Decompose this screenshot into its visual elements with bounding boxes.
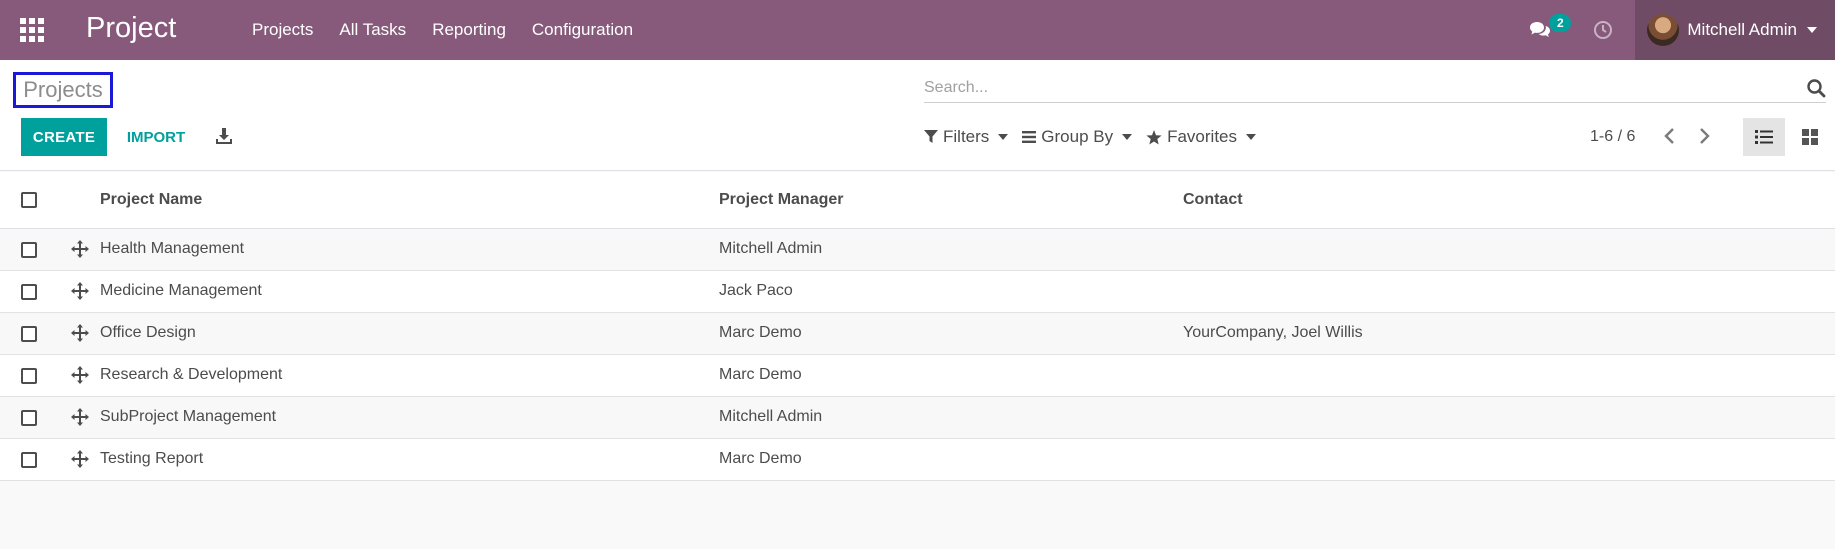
menu-item-projects[interactable]: Projects bbox=[252, 20, 313, 40]
download-icon[interactable] bbox=[214, 126, 234, 146]
cell-project-manager: Mitchell Admin bbox=[719, 240, 823, 257]
table-row[interactable]: Health Management Mitchell Admin bbox=[0, 229, 1835, 271]
apps-menu-icon[interactable] bbox=[20, 18, 44, 42]
cell-project-name: Testing Report bbox=[100, 450, 204, 467]
table-row[interactable]: Testing Report Marc Demo bbox=[0, 439, 1835, 481]
user-menu[interactable]: Mitchell Admin bbox=[1635, 0, 1835, 60]
chevron-down-icon bbox=[1122, 134, 1133, 140]
favorites-dropdown[interactable]: Favorites bbox=[1146, 127, 1257, 147]
drag-handle-icon[interactable] bbox=[71, 366, 89, 384]
table-row[interactable]: Office Design Marc Demo YourCompany, Joe… bbox=[0, 313, 1835, 355]
star-icon bbox=[1146, 129, 1162, 144]
messaging-menu[interactable]: 2 bbox=[1529, 14, 1572, 40]
column-header-project-name[interactable]: Project Name bbox=[100, 191, 202, 209]
cell-project-name: Health Management bbox=[100, 240, 245, 257]
chevron-left-icon[interactable] bbox=[1660, 126, 1680, 146]
pager-value[interactable]: 1-6 / 6 bbox=[1590, 128, 1635, 146]
user-name: Mitchell Admin bbox=[1687, 20, 1797, 39]
chevron-down-icon bbox=[998, 134, 1009, 140]
cell-project-name: Research & Development bbox=[100, 366, 283, 383]
cell-project-name: Office Design bbox=[100, 324, 196, 341]
row-checkbox[interactable] bbox=[21, 326, 37, 342]
systray: 2 Mitchell Admin bbox=[1529, 0, 1835, 60]
row-checkbox[interactable] bbox=[21, 284, 37, 300]
cell-project-manager: Mitchell Admin bbox=[719, 408, 823, 425]
chat-icon bbox=[1530, 22, 1551, 37]
row-checkbox[interactable] bbox=[21, 452, 37, 468]
table-row[interactable]: Medicine Management Jack Paco bbox=[0, 271, 1835, 313]
top-navbar: Project Projects All Tasks Reporting Con… bbox=[0, 0, 1835, 60]
filters-label: Filters bbox=[943, 127, 990, 146]
drag-handle-icon[interactable] bbox=[71, 324, 89, 342]
row-checkbox[interactable] bbox=[21, 368, 37, 384]
chevron-right-icon[interactable] bbox=[1694, 126, 1714, 146]
column-header-project-manager[interactable]: Project Manager bbox=[719, 191, 843, 209]
activity-clock-icon[interactable] bbox=[1593, 20, 1613, 40]
drag-handle-icon[interactable] bbox=[71, 450, 89, 468]
favorites-label: Favorites bbox=[1167, 127, 1238, 146]
row-checkbox[interactable] bbox=[21, 410, 37, 426]
menu-item-all-tasks[interactable]: All Tasks bbox=[339, 20, 406, 40]
filters-dropdown[interactable]: Filters bbox=[924, 127, 1009, 147]
breadcrumb: Projects bbox=[13, 72, 113, 108]
groupby-label: Group By bbox=[1041, 127, 1114, 146]
cell-project-name: Medicine Management bbox=[100, 282, 262, 299]
chat-unread-badge: 2 bbox=[1549, 14, 1572, 32]
app-name[interactable]: Project bbox=[86, 12, 176, 45]
kanban-view-button[interactable] bbox=[1790, 118, 1830, 156]
cell-project-manager: Marc Demo bbox=[719, 366, 802, 383]
cell-project-manager: Marc Demo bbox=[719, 450, 802, 467]
cell-contact: YourCompany, Joel Willis bbox=[1183, 324, 1363, 341]
search-bar bbox=[924, 74, 1826, 103]
menu-item-reporting[interactable]: Reporting bbox=[432, 20, 506, 40]
chevron-down-icon bbox=[1807, 27, 1817, 33]
list-icon bbox=[1755, 130, 1773, 144]
table-header: Project Name Project Manager Contact bbox=[0, 172, 1835, 229]
drag-handle-icon[interactable] bbox=[71, 408, 89, 426]
create-button[interactable]: CREATE bbox=[21, 118, 107, 156]
table-body: Health Management Mitchell Admin Medicin… bbox=[0, 229, 1835, 481]
column-header-contact[interactable]: Contact bbox=[1183, 191, 1243, 209]
kanban-grid-icon bbox=[1802, 129, 1818, 145]
user-avatar bbox=[1647, 14, 1680, 46]
cell-project-name: SubProject Management bbox=[100, 408, 277, 425]
main-menu: Projects All Tasks Reporting Configurati… bbox=[252, 0, 659, 60]
drag-handle-icon[interactable] bbox=[71, 282, 89, 300]
select-all-checkbox[interactable] bbox=[21, 192, 37, 208]
row-checkbox[interactable] bbox=[21, 242, 37, 258]
control-panel: Projects CREATE IMPORT Filters Group By bbox=[0, 60, 1835, 171]
import-button[interactable]: IMPORT bbox=[120, 118, 192, 156]
drag-handle-icon[interactable] bbox=[71, 240, 89, 258]
filter-icon bbox=[924, 130, 938, 143]
chevron-down-icon bbox=[1246, 134, 1257, 140]
list-view-button[interactable] bbox=[1743, 118, 1785, 156]
search-options: Filters Group By Favorites bbox=[924, 122, 1270, 152]
table-row[interactable]: SubProject Management Mitchell Admin bbox=[0, 397, 1835, 439]
projects-table: Project Name Project Manager Contact Hea… bbox=[0, 172, 1835, 481]
groupby-dropdown[interactable]: Group By bbox=[1022, 127, 1133, 147]
search-input[interactable] bbox=[924, 74, 1784, 102]
cell-project-manager: Jack Paco bbox=[719, 282, 793, 299]
search-icon[interactable] bbox=[1806, 78, 1826, 98]
table-row[interactable]: Research & Development Marc Demo bbox=[0, 355, 1835, 397]
cell-project-manager: Marc Demo bbox=[719, 324, 802, 341]
menu-item-configuration[interactable]: Configuration bbox=[532, 20, 633, 40]
bars-icon bbox=[1022, 131, 1037, 143]
